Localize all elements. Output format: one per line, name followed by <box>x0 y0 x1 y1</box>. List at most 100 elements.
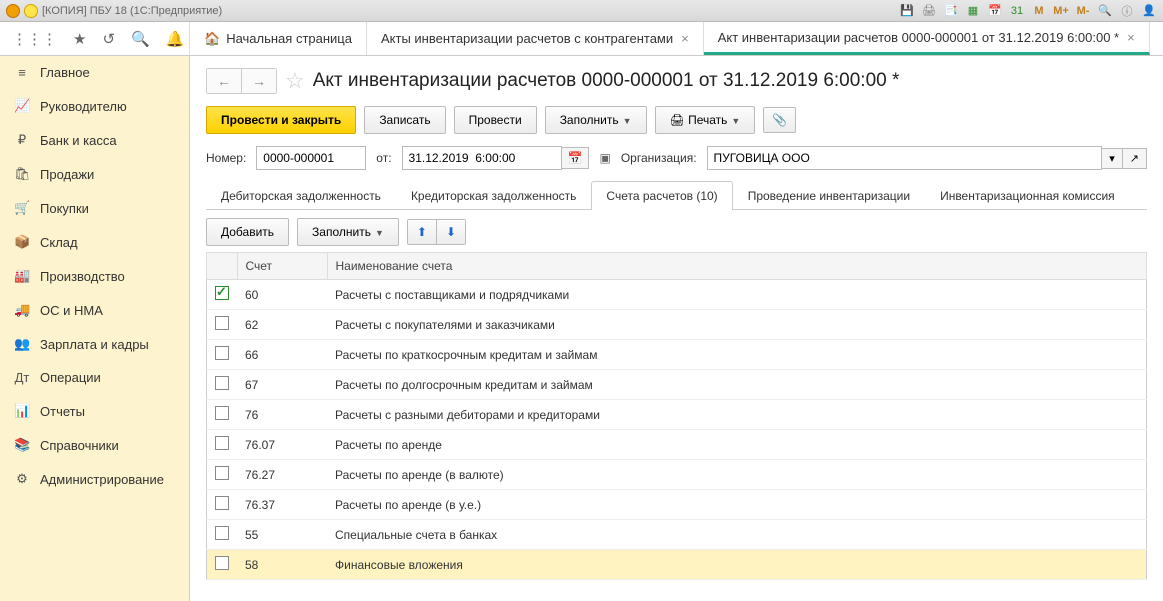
sidebar-item[interactable]: 🛒 Покупки <box>0 191 189 225</box>
app-dropdown-icon[interactable] <box>24 4 38 18</box>
row-checkbox[interactable] <box>215 286 229 300</box>
sub-tab[interactable]: Счета расчетов (10) <box>591 181 732 210</box>
sub-tab[interactable]: Проведение инвентаризации <box>733 181 925 210</box>
row-checkbox[interactable] <box>215 466 229 480</box>
table-row[interactable]: 58Финансовые вложения <box>207 550 1147 580</box>
cell-account: 76 <box>237 400 327 430</box>
fill-button[interactable]: Заполнить▼ <box>545 106 647 134</box>
search-icon[interactable]: 🔍 <box>131 30 150 48</box>
row-checkbox[interactable] <box>215 376 229 390</box>
top-tab[interactable]: Акт инвентаризации расчетов 0000-000001 … <box>704 22 1150 55</box>
sidebar-item[interactable]: 👥Зарплата и кадры <box>0 327 189 361</box>
top-tab[interactable]: 🏠Начальная страница <box>190 22 367 55</box>
row-checkbox[interactable] <box>215 556 229 570</box>
table-row[interactable]: 66Расчеты по краткосрочным кредитам и за… <box>207 340 1147 370</box>
post-and-close-button[interactable]: Провести и закрыть <box>206 106 356 134</box>
write-button[interactable]: Записать <box>364 106 445 134</box>
save-icon[interactable]: 💾 <box>899 3 915 19</box>
col-account: Счет <box>237 253 327 280</box>
sidebar-item[interactable]: 📊Отчеты <box>0 394 189 428</box>
calendar-icon[interactable]: 📅 <box>987 3 1003 19</box>
move-down-button[interactable]: ⬇ <box>436 220 465 244</box>
sidebar-item[interactable]: ≡Главное <box>0 56 189 89</box>
org-dropdown-button[interactable]: ▾ <box>1102 148 1123 169</box>
org-label: Организация: <box>621 151 697 165</box>
row-checkbox[interactable] <box>215 496 229 510</box>
sub-tab[interactable]: Дебиторская задолженность <box>206 181 396 210</box>
number-label: Номер: <box>206 151 246 165</box>
row-checkbox[interactable] <box>215 346 229 360</box>
sidebar-item[interactable]: 🛍Продажи <box>0 157 189 191</box>
sidebar-icon: 🛍 <box>14 166 30 182</box>
zoom-icon[interactable]: 🔍 <box>1097 3 1113 19</box>
table-row[interactable]: 76Расчеты с разными дебиторами и кредито… <box>207 400 1147 430</box>
cell-name: Расчеты с покупателями и заказчиками <box>327 310 1147 340</box>
m-plus-icon[interactable]: M+ <box>1053 3 1069 19</box>
tab-label: Акт инвентаризации расчетов 0000-000001 … <box>718 30 1119 45</box>
top-tab[interactable]: Акты инвентаризации расчетов с контраген… <box>367 22 704 55</box>
org-open-button[interactable]: ↗ <box>1123 148 1147 169</box>
info-icon[interactable]: ⓘ <box>1119 3 1135 19</box>
row-checkbox[interactable] <box>215 316 229 330</box>
sidebar-item[interactable]: 🏭Производство <box>0 259 189 293</box>
move-up-button[interactable]: ⬆ <box>408 220 436 244</box>
favorite-star-icon[interactable]: ☆ <box>285 68 305 94</box>
sidebar-item[interactable]: ⚙Администрирование <box>0 462 189 496</box>
top-tabs-bar: ⋮⋮⋮ ★ ↺ 🔍 🔔 🏠Начальная страницаАкты инве… <box>0 22 1163 56</box>
col-name: Наименование счета <box>327 253 1147 280</box>
cell-name: Расчеты с разными дебиторами и кредитора… <box>327 400 1147 430</box>
close-icon[interactable]: × <box>1127 30 1135 45</box>
sidebar-icon: 📦 <box>14 234 30 250</box>
table-row[interactable]: 62Расчеты с покупателями и заказчиками <box>207 310 1147 340</box>
history-icon[interactable]: ↺ <box>102 30 115 48</box>
nav-forward-button[interactable]: → <box>241 69 276 93</box>
attachments-button[interactable]: 📎 <box>763 107 796 133</box>
close-icon[interactable]: × <box>681 31 689 46</box>
sub-tab[interactable]: Кредиторская задолженность <box>396 181 591 210</box>
table-row[interactable]: 76.27Расчеты по аренде (в валюте) <box>207 460 1147 490</box>
sidebar-item[interactable]: 🚚ОС и НМА <box>0 293 189 327</box>
cell-account: 62 <box>237 310 327 340</box>
m-minus-icon[interactable]: M- <box>1075 3 1091 19</box>
sidebar-item[interactable]: 📈Руководителю <box>0 89 189 123</box>
table-row[interactable]: 67Расчеты по долгосрочным кредитам и зай… <box>207 370 1147 400</box>
date-input[interactable] <box>402 146 562 170</box>
number-input[interactable] <box>256 146 366 170</box>
add-row-button[interactable]: Добавить <box>206 218 289 246</box>
calendar-picker-icon[interactable]: 📅 <box>562 147 590 169</box>
cell-account: 66 <box>237 340 327 370</box>
table-row[interactable]: 76.37Расчеты по аренде (в у.е.) <box>207 490 1147 520</box>
nav-back-button[interactable]: ← <box>207 69 241 93</box>
post-button[interactable]: Провести <box>454 106 537 134</box>
favorite-icon[interactable]: ★ <box>73 30 86 48</box>
sidebar-icon: 🛒 <box>14 200 30 216</box>
sidebar-item[interactable]: 📚Справочники <box>0 428 189 462</box>
apps-icon[interactable]: ⋮⋮⋮ <box>12 30 57 48</box>
organization-input[interactable] <box>707 146 1103 170</box>
cell-name: Расчеты с поставщиками и подрядчиками <box>327 280 1147 310</box>
fill-rows-button[interactable]: Заполнить▼ <box>297 218 399 246</box>
sidebar-item[interactable]: 📦Склад <box>0 225 189 259</box>
compare-icon[interactable]: 📑 <box>943 3 959 19</box>
sidebar-label: Покупки <box>40 201 89 216</box>
sidebar-item[interactable]: ₽Банк и касса <box>0 123 189 157</box>
row-checkbox[interactable] <box>215 436 229 450</box>
sub-tab[interactable]: Инвентаризационная комиссия <box>925 181 1130 210</box>
app-logo-icon <box>6 4 20 18</box>
tab-label: Начальная страница <box>226 31 352 46</box>
sidebar-item[interactable]: ДтОперации <box>0 361 189 394</box>
notifications-icon[interactable]: 🔔 <box>166 30 185 48</box>
table-row[interactable]: 55Специальные счета в банках <box>207 520 1147 550</box>
row-checkbox[interactable] <box>215 526 229 540</box>
calc-icon[interactable]: ▦ <box>965 3 981 19</box>
row-checkbox[interactable] <box>215 406 229 420</box>
date-icon[interactable]: 31 <box>1009 3 1025 19</box>
print-icon[interactable]: 🖨 <box>921 3 937 19</box>
cell-name: Расчеты по краткосрочным кредитам и займ… <box>327 340 1147 370</box>
table-row[interactable]: 60Расчеты с поставщиками и подрядчиками <box>207 280 1147 310</box>
user-icon[interactable]: 👤 <box>1141 3 1157 19</box>
table-row[interactable]: 76.07Расчеты по аренде <box>207 430 1147 460</box>
m-icon[interactable]: M <box>1031 3 1047 19</box>
org-link-icon[interactable]: ▣ <box>599 151 610 165</box>
print-button[interactable]: 🖨 Печать▼ <box>655 106 756 134</box>
